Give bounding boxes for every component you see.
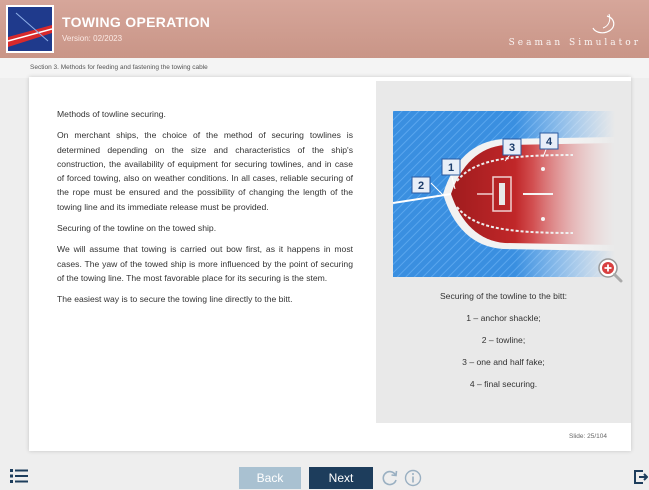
app-version: Version: 02/2023 xyxy=(62,34,123,43)
back-button[interactable]: Back xyxy=(239,467,301,489)
label-box-3: 3 xyxy=(502,138,522,156)
section-title: Section 3. Methods for feeding and faste… xyxy=(30,64,208,71)
brand-text: Seaman Simulator xyxy=(508,38,641,48)
ship-thumbnail-icon xyxy=(8,7,52,51)
paragraph: The easiest way is to secure the towing … xyxy=(57,294,293,305)
paragraph: Methods of towline securing. xyxy=(57,109,166,119)
app-title: TOWING OPERATION xyxy=(62,14,211,30)
label-2: 2 xyxy=(418,180,424,192)
paragraph: We will assume that towing is carried ou… xyxy=(57,244,353,283)
caption-item: 1 – anchor shackle; xyxy=(466,313,541,323)
zoom-in-icon[interactable] xyxy=(597,257,623,283)
label-box-2: 2 xyxy=(411,176,431,194)
figure-panel: 2 1 3 4 Securing of the towline to the b… xyxy=(376,81,631,423)
menu-list-icon[interactable] xyxy=(10,468,28,484)
paragraph: On merchant ships, the choice of the met… xyxy=(57,130,353,212)
label-box-4: 4 xyxy=(539,132,559,150)
caption-item: 4 – final securing. xyxy=(469,379,538,389)
footer-bar: Back Next xyxy=(0,460,649,490)
course-logo xyxy=(6,5,54,53)
slide-text: Methods of towline securing. On merchant… xyxy=(57,107,353,314)
caption-item: 3 – one and half fake; xyxy=(462,357,545,367)
label-3: 3 xyxy=(509,142,515,154)
label-4: 4 xyxy=(546,136,553,148)
caption-item: 2 – towline; xyxy=(481,335,526,345)
label-box-1: 1 xyxy=(441,158,461,176)
next-button[interactable]: Next xyxy=(309,467,373,489)
paragraph: Securing of the towline on the towed shi… xyxy=(57,223,217,234)
app-header: TOWING OPERATION Version: 02/2023 Seaman… xyxy=(0,0,649,58)
label-1: 1 xyxy=(448,162,454,174)
reload-icon[interactable] xyxy=(381,469,399,487)
figure-caption-title: Securing of the towline to the bitt: xyxy=(439,291,568,301)
slide-counter: Slide: 25/104 xyxy=(569,433,607,440)
slide-panel: Methods of towline securing. On merchant… xyxy=(29,77,631,451)
towline-figure[interactable]: 2 1 3 4 xyxy=(393,111,615,277)
info-icon[interactable] xyxy=(404,469,422,487)
exit-icon[interactable] xyxy=(634,470,648,484)
